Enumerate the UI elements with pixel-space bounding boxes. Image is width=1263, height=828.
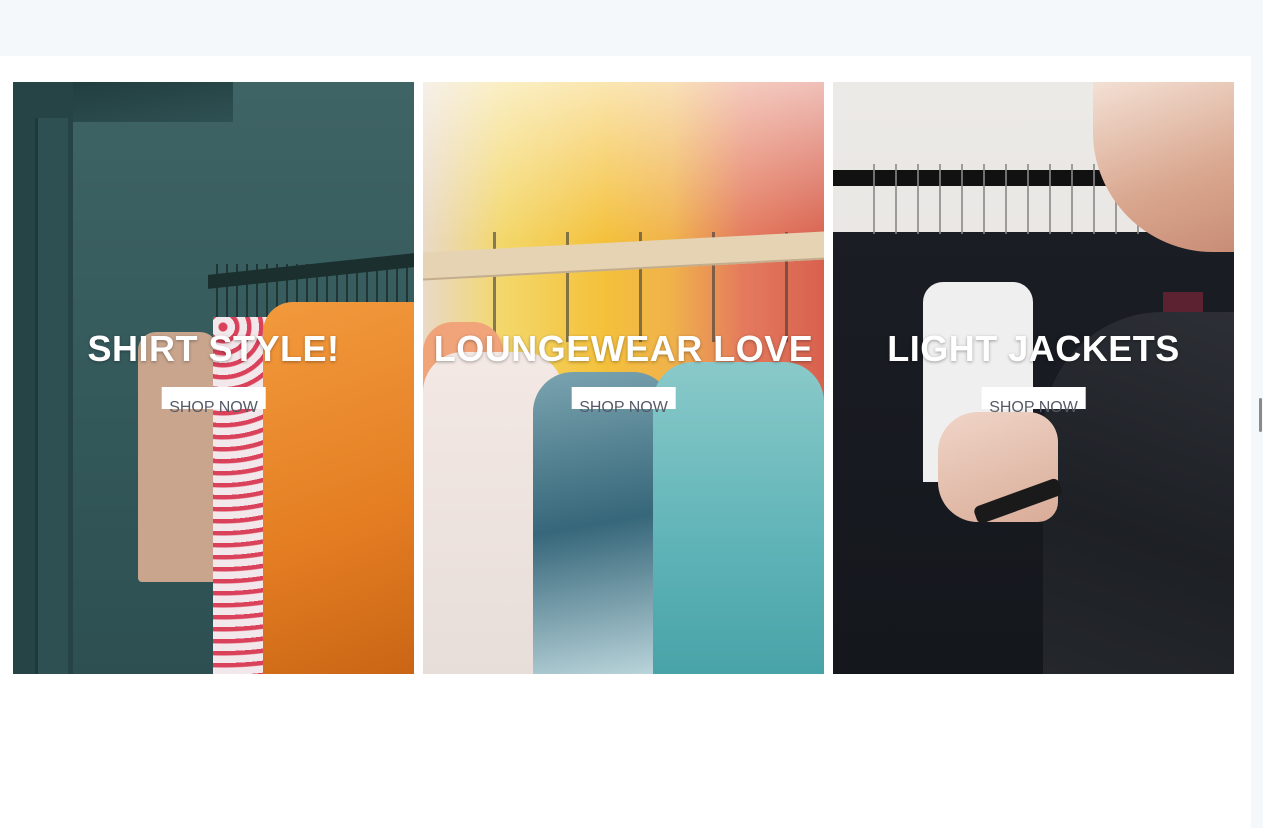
- top-band: [0, 0, 1263, 56]
- banner-title: LIGHT JACKETS: [887, 328, 1180, 369]
- scrollbar-thumb[interactable]: [1259, 398, 1262, 432]
- promo-banner-shirt-style[interactable]: SHIRT STYLE! SHOP NOW: [13, 82, 414, 674]
- shop-now-button[interactable]: SHOP NOW: [981, 387, 1086, 416]
- promo-banner-light-jackets[interactable]: LIGHT JACKETS SHOP NOW: [833, 82, 1234, 674]
- banner-image-man-browsing-rack: [833, 82, 1234, 674]
- banner-title: LOUNGEWEAR LOVE: [433, 328, 814, 369]
- scrollbar-track[interactable]: [1251, 56, 1263, 828]
- shop-now-button[interactable]: SHOP NOW: [571, 387, 676, 416]
- banner-image-clothes-rack: [13, 82, 414, 674]
- shop-now-button[interactable]: SHOP NOW: [161, 387, 266, 416]
- banner-title: SHIRT STYLE!: [87, 328, 340, 369]
- banner-image-puffer-jackets: [423, 82, 824, 674]
- promo-banner-loungewear-love[interactable]: LOUNGEWEAR LOVE SHOP NOW: [423, 82, 824, 674]
